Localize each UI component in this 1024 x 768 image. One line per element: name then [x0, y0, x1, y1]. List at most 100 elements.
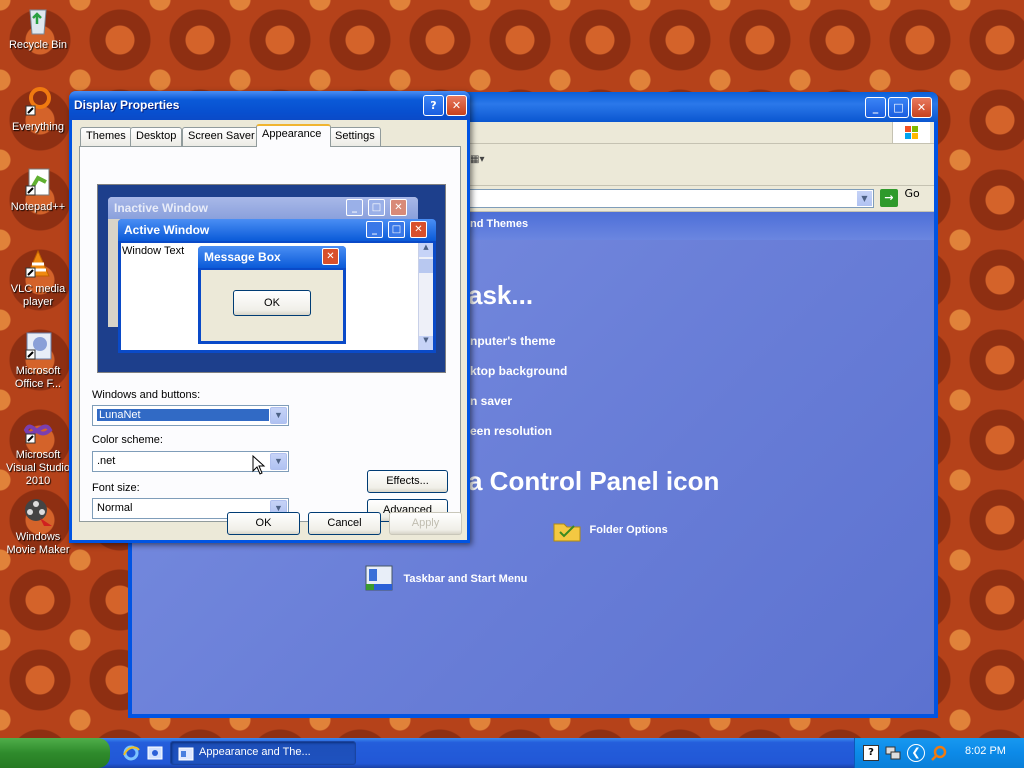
- taskbar-start-menu-label: Taskbar and Start Menu: [403, 573, 528, 585]
- mouse-cursor-icon: [252, 454, 266, 478]
- address-dropdown-icon[interactable]: ▼: [857, 191, 872, 206]
- tab-themes[interactable]: Themes: [80, 127, 132, 146]
- taskbar: Appearance and The... ? ❮ 8:02 PM: [0, 738, 1024, 768]
- effects-button[interactable]: Effects...: [367, 470, 448, 493]
- desktop-icon-label: Notepad++: [10, 201, 66, 213]
- minimize-button[interactable]: _: [865, 97, 886, 118]
- folder-options-link[interactable]: Folder Options: [552, 518, 668, 548]
- color-scheme-value: .net: [97, 455, 116, 467]
- display-properties-dialog: Display Properties ? ✕ Themes Desktop Sc…: [69, 91, 470, 543]
- desktop-icon-everything[interactable]: Everything: [4, 86, 72, 134]
- folder-options-label: Folder Options: [589, 524, 668, 536]
- dialog-title: Display Properties: [74, 98, 180, 112]
- inactive-maximize-icon: □: [368, 199, 385, 216]
- category-title: nd Themes: [470, 218, 529, 230]
- inactive-close-icon: ✕: [390, 199, 407, 216]
- windows-logo-icon: [892, 122, 930, 143]
- desktop-icon-label: Windows Movie Maker: [6, 531, 70, 556]
- active-window-title: Active Window: [124, 223, 210, 237]
- scroll-up-icon: ▲: [419, 243, 433, 257]
- apply-button[interactable]: Apply: [389, 512, 462, 535]
- task-link[interactable]: n saver: [470, 394, 512, 408]
- font-size-value: Normal: [97, 502, 133, 514]
- preview-ok-button: OK: [233, 290, 311, 316]
- everything-tray-icon[interactable]: [931, 745, 947, 761]
- task-link[interactable]: ktop background: [470, 364, 567, 378]
- tab-desktop[interactable]: Desktop: [130, 127, 183, 146]
- desktop-icon-label: Everything: [12, 121, 64, 133]
- everything-icon: [22, 86, 54, 118]
- desktop-icon-label: Microsoft Office F...: [14, 365, 62, 390]
- maximize-button[interactable]: □: [888, 97, 909, 118]
- vlc-icon: [22, 248, 54, 280]
- preview-message-box: Message Box ✕ OK: [198, 246, 346, 344]
- appearance-preview: Inactive Window _ □ ✕ Active Window _ □ …: [97, 184, 446, 373]
- tab-settings[interactable]: Settings: [329, 127, 381, 146]
- windows-buttons-value: LunaNet: [97, 409, 269, 421]
- active-maximize-icon: □: [388, 221, 405, 238]
- recycle-bin-icon: [22, 4, 54, 36]
- active-close-icon: ✕: [410, 221, 427, 238]
- scroll-thumb: [419, 259, 433, 273]
- dialog-titlebar: Display Properties ? ✕: [69, 91, 470, 120]
- taskbar-start-menu-icon: [364, 564, 396, 594]
- message-box-title: Message Box: [204, 250, 281, 264]
- windows-buttons-label: Windows and buttons:: [92, 389, 201, 401]
- desktop-icon-label: VLC media player: [10, 283, 66, 308]
- window-text-sample: Window Text: [122, 245, 185, 257]
- notepad-plus-icon: [22, 166, 54, 198]
- active-minimize-icon: _: [366, 221, 383, 238]
- desktop-icon-vlc[interactable]: VLC media player: [4, 248, 72, 309]
- close-button[interactable]: ✕: [911, 97, 932, 118]
- desktop-icon-office[interactable]: Microsoft Office F...: [4, 330, 72, 391]
- tab-appearance[interactable]: Appearance: [256, 124, 331, 147]
- help-tray-icon[interactable]: ?: [863, 745, 879, 761]
- chevron-down-icon: ▼: [270, 407, 287, 424]
- color-scheme-label: Color scheme:: [92, 434, 163, 446]
- start-button[interactable]: [0, 738, 110, 768]
- control-panel-task-icon: [178, 746, 194, 762]
- show-desktop-icon[interactable]: [146, 744, 164, 762]
- scroll-down-icon: ▼: [419, 336, 433, 350]
- office-icon: [22, 330, 54, 362]
- desktop-icon-notepad-plus[interactable]: Notepad++: [4, 166, 72, 214]
- inactive-minimize-icon: _: [346, 199, 363, 216]
- taskbar-clock[interactable]: 8:02 PM: [965, 745, 1006, 757]
- tab-screen-saver[interactable]: Screen Saver: [182, 127, 261, 146]
- cancel-button[interactable]: Cancel: [308, 512, 381, 535]
- windows-buttons-select[interactable]: LunaNet ▼: [92, 405, 289, 426]
- movie-maker-icon: [22, 496, 54, 528]
- system-tray: ? ❮ 8:02 PM: [854, 738, 1024, 768]
- font-size-label: Font size:: [92, 482, 140, 494]
- chevron-down-icon: ▼: [270, 453, 287, 470]
- desktop-icon-recycle-bin[interactable]: Recycle Bin: [4, 4, 72, 52]
- views-dropdown-icon[interactable]: ▦▾: [470, 154, 484, 165]
- ok-button[interactable]: OK: [227, 512, 300, 535]
- taskbar-task-label: Appearance and The...: [199, 746, 311, 758]
- desktop-icon-label: Recycle Bin: [8, 39, 68, 51]
- show-hidden-icons-chevron-icon[interactable]: ❮: [907, 744, 925, 762]
- network-tray-icon[interactable]: [885, 745, 901, 761]
- desktop-icon-visual-studio[interactable]: Microsoft Visual Studio 2010: [4, 414, 72, 488]
- task-link[interactable]: een resolution: [470, 424, 552, 438]
- internet-explorer-icon[interactable]: [122, 744, 140, 762]
- go-label: Go: [904, 187, 920, 200]
- dialog-close-button[interactable]: ✕: [446, 95, 467, 116]
- preview-scrollbar: ▲ ▼: [418, 243, 433, 350]
- visual-studio-icon: [22, 414, 54, 446]
- folder-options-icon: [552, 518, 582, 542]
- pick-task-heading: ask...: [468, 280, 534, 310]
- appearance-panel: Inactive Window _ □ ✕ Active Window _ □ …: [79, 146, 461, 522]
- desktop-icon-label: Microsoft Visual Studio 2010: [5, 449, 70, 487]
- task-link[interactable]: nputer's theme: [470, 334, 556, 348]
- control-panel-icon-heading: a Control Panel icon: [468, 466, 720, 496]
- go-arrow-icon: →: [880, 189, 898, 207]
- taskbar-start-menu-link[interactable]: Taskbar and Start Menu: [364, 564, 527, 596]
- message-close-icon: ✕: [322, 248, 339, 265]
- desktop-icon-movie-maker[interactable]: Windows Movie Maker: [4, 496, 72, 557]
- inactive-window-title: Inactive Window: [114, 201, 208, 215]
- taskbar-task-button[interactable]: Appearance and The...: [170, 741, 356, 765]
- address-input[interactable]: ▼: [462, 189, 874, 208]
- go-button[interactable]: → Go: [880, 187, 930, 208]
- help-button[interactable]: ?: [423, 95, 444, 116]
